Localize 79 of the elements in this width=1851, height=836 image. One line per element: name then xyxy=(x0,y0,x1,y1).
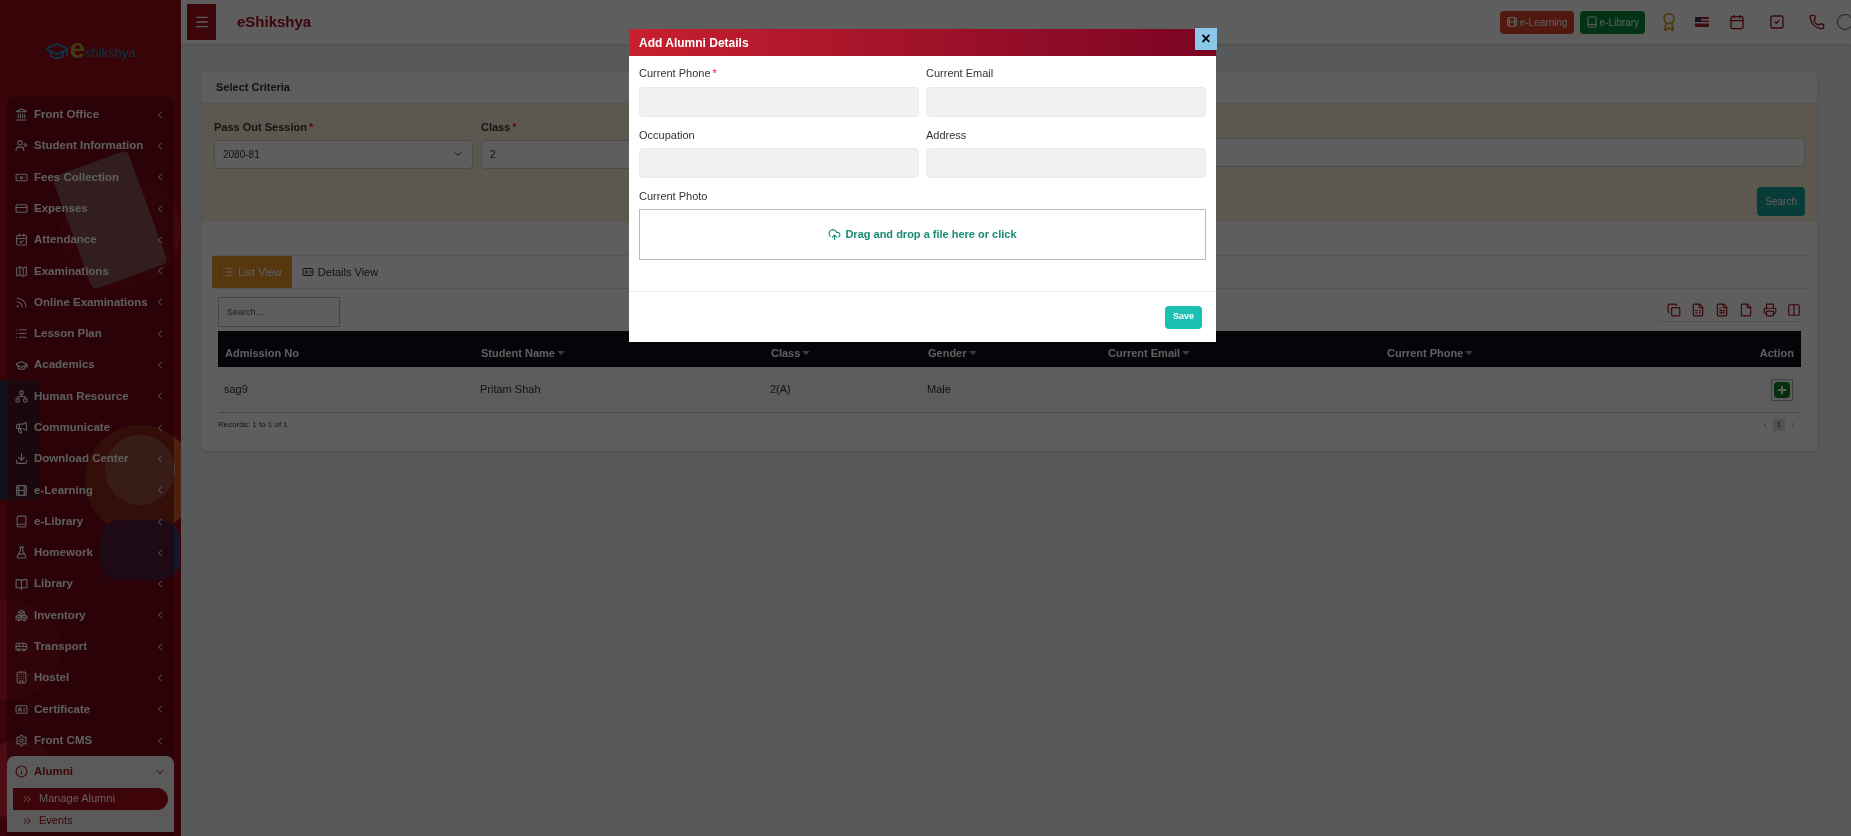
list-icon xyxy=(222,266,234,278)
checkbox-icon[interactable] xyxy=(1769,14,1785,30)
sidebar-item[interactable]: Transport xyxy=(7,631,174,663)
sidebar-item[interactable]: Homework xyxy=(7,537,174,569)
sidebar-item[interactable]: Lesson Plan xyxy=(7,318,174,350)
upload-icon xyxy=(828,227,842,241)
sidebar-item[interactable]: e-Library xyxy=(7,505,174,538)
sidebar-item[interactable]: Alumni xyxy=(7,756,174,788)
close-button[interactable]: × xyxy=(1195,28,1217,50)
column-header[interactable]: Gender xyxy=(921,344,1101,362)
sidebar-item[interactable]: e-Learning xyxy=(7,474,174,506)
submenu-item[interactable]: Events xyxy=(13,809,168,832)
column-header[interactable]: Current Phone xyxy=(1380,344,1741,362)
required-mark: * xyxy=(308,121,314,133)
header-button[interactable]: e-Learning xyxy=(1499,10,1574,34)
pdf-icon[interactable] xyxy=(1739,302,1753,317)
column-header[interactable]: Current Email xyxy=(1101,344,1380,362)
field-label: Pass Out Session * xyxy=(214,120,315,135)
table-cell-text: 2(A) xyxy=(769,382,792,398)
document-icon[interactable] xyxy=(1715,302,1729,317)
select-field[interactable]: 2080-81 xyxy=(214,139,473,169)
view-tab[interactable]: Details View xyxy=(291,256,389,288)
add-button[interactable] xyxy=(1771,378,1793,401)
field-label: Current Email xyxy=(926,66,995,81)
calendar-icon[interactable] xyxy=(1729,14,1745,30)
phone-icon[interactable] xyxy=(1809,14,1825,30)
sidebar-item[interactable]: Download Center xyxy=(7,443,174,475)
plus-icon xyxy=(1776,383,1788,396)
sidebar-item[interactable]: Expenses xyxy=(7,192,174,225)
sidebar-item[interactable]: Front CMS xyxy=(7,724,174,757)
required-mark: * xyxy=(512,121,517,133)
card-title: Select Criteria xyxy=(216,79,290,95)
sidebar-item[interactable]: Fees Collection xyxy=(7,161,174,193)
menu-button[interactable] xyxy=(187,4,216,40)
table-cell-text: sag9 xyxy=(223,382,249,398)
sort-icon xyxy=(1465,351,1474,355)
book-icon xyxy=(1585,16,1598,28)
sort-icon xyxy=(968,351,977,355)
sidebar-item[interactable]: Examinations xyxy=(7,255,174,287)
spreadsheet-icon[interactable] xyxy=(1691,302,1705,317)
sidebar-item[interactable]: Hostel xyxy=(7,662,174,694)
next-icon[interactable] xyxy=(1789,421,1797,429)
sort-icon xyxy=(556,351,565,355)
table-cell-text: Male xyxy=(926,382,952,398)
sidebar-item[interactable]: Front Office xyxy=(7,99,174,131)
save-button[interactable]: Save xyxy=(1164,305,1202,329)
copy-icon[interactable] xyxy=(1667,302,1681,317)
sidebar-item[interactable]: Library xyxy=(7,568,174,600)
dropzone[interactable]: Drag and drop a file here or click xyxy=(639,208,1206,260)
modal-title: Add Alumni Details xyxy=(639,34,749,52)
sidebar-item[interactable]: Online Examinations xyxy=(7,286,174,319)
sidebar-item[interactable]: Communicate xyxy=(7,411,174,444)
field-label: Current Phone * xyxy=(639,66,718,81)
card-icon xyxy=(301,266,314,278)
sidebar-item[interactable]: Certificate xyxy=(7,693,174,725)
sidebar-item[interactable]: Student Information xyxy=(7,130,174,162)
view-tab[interactable]: List View xyxy=(212,256,292,288)
sidebar-item[interactable]: Inventory xyxy=(7,599,174,632)
column-header[interactable]: Student Name xyxy=(474,344,764,362)
submenu-item[interactable]: Manage Alumni xyxy=(13,787,168,810)
column-header[interactable]: Admission No xyxy=(218,344,474,362)
columns-icon[interactable] xyxy=(1787,302,1801,317)
sidebar-item[interactable]: Attendance xyxy=(7,224,174,256)
header-button[interactable]: e-Library xyxy=(1579,10,1645,34)
flag-icon[interactable] xyxy=(1695,17,1709,27)
search-button[interactable]: Search xyxy=(1757,186,1805,216)
column-header[interactable]: Class xyxy=(764,344,921,362)
required-mark: * xyxy=(712,67,717,79)
sort-icon xyxy=(1182,351,1191,355)
sidebar-item[interactable]: Human Resource xyxy=(7,380,174,412)
print-icon[interactable] xyxy=(1763,302,1777,317)
column-header[interactable]: Action xyxy=(1741,344,1801,362)
brand-title: eShikshya xyxy=(237,11,312,32)
sidebar-item[interactable]: Academics xyxy=(7,349,174,381)
film-icon xyxy=(1505,16,1518,28)
table-cell-text: Pritam Shah xyxy=(479,382,542,398)
field-label: Current Photo xyxy=(639,189,709,204)
field-label: Address xyxy=(926,127,968,143)
sort-icon xyxy=(802,351,811,355)
